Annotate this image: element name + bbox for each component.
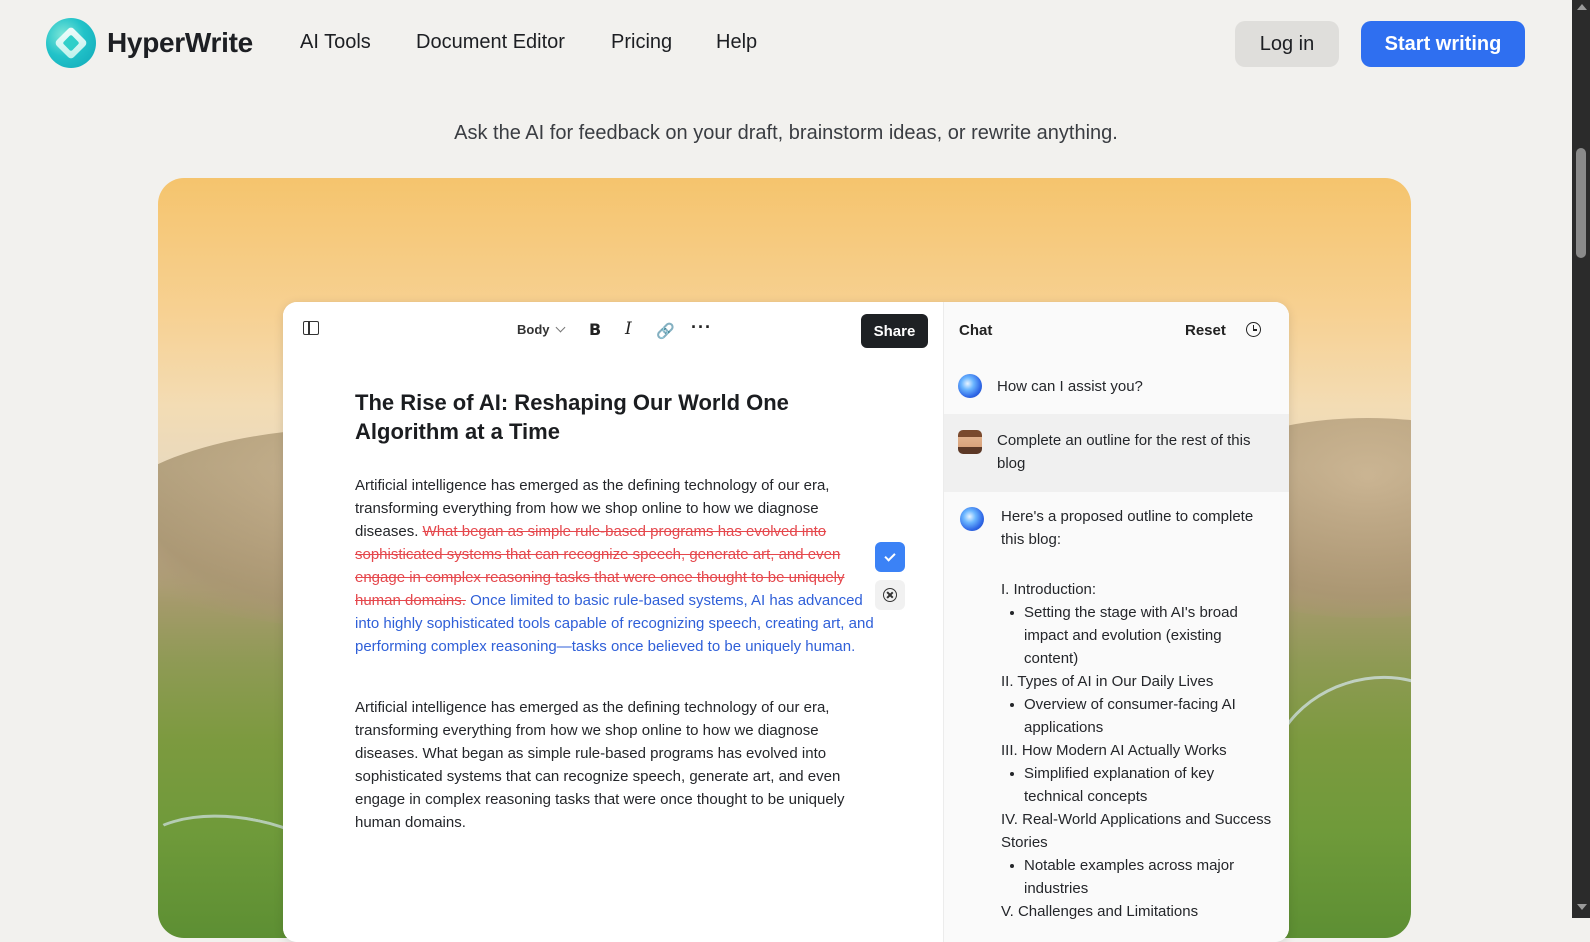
brand-name[interactable]: HyperWrite — [107, 27, 253, 59]
scroll-up-icon[interactable] — [1577, 4, 1587, 10]
outline-bullet: Setting the stage with AI's broad impact… — [1001, 601, 1276, 670]
history-clock-icon[interactable] — [1246, 322, 1261, 337]
chat-message-ai: How can I assist you? — [944, 358, 1289, 414]
user-avatar — [958, 430, 982, 454]
nav-document-editor[interactable]: Document Editor — [416, 31, 565, 54]
top-nav: HyperWrite AI Tools Document Editor Pric… — [0, 0, 1572, 88]
close-circle-icon — [883, 588, 897, 602]
document-editor: Body B I 🔗 ··· Share The Rise of AI: Res… — [283, 302, 943, 942]
chat-message-ai: Here's a proposed outline to complete th… — [944, 492, 1289, 942]
login-button[interactable]: Log in — [1235, 21, 1339, 67]
link-icon[interactable]: 🔗 — [656, 322, 675, 340]
start-writing-button[interactable]: Start writing — [1361, 21, 1525, 67]
text-style-dropdown[interactable]: Body — [517, 322, 550, 337]
paragraph-with-suggestion[interactable]: Artificial intelligence has emerged as t… — [355, 474, 875, 658]
accept-suggestion-button[interactable] — [875, 542, 905, 572]
italic-icon[interactable]: I — [625, 319, 632, 339]
nav-ai-tools[interactable]: AI Tools — [300, 31, 371, 54]
outline-bullet: Overview of consumer-facing AI applicati… — [1001, 693, 1276, 739]
outline-bullet: Simplified explanation of key technical … — [1001, 762, 1276, 808]
chat-reset-button[interactable]: Reset — [1185, 322, 1226, 339]
more-options-icon[interactable]: ··· — [691, 317, 712, 338]
outline-section: IV. Real-World Applications and Success … — [1001, 811, 1272, 851]
editor-demo-card: Body B I 🔗 ··· Share The Rise of AI: Res… — [283, 302, 1289, 942]
outline-list: I. Introduction: Setting the stage with … — [1001, 578, 1276, 923]
chat-message-text: How can I assist you? — [997, 378, 1143, 395]
ai-avatar — [958, 374, 982, 398]
hero-subtitle: Ask the AI for feedback on your draft, b… — [454, 122, 1118, 144]
outline-section: I. Introduction: — [1001, 581, 1097, 598]
paragraph[interactable]: Artificial intelligence has emerged as t… — [355, 696, 875, 834]
outline-section: III. How Modern AI Actually Works — [1001, 742, 1227, 759]
scroll-thumb[interactable] — [1576, 148, 1586, 258]
document-title[interactable]: The Rise of AI: Reshaping Our World One … — [355, 388, 835, 446]
share-button[interactable]: Share — [861, 314, 928, 348]
ai-avatar — [960, 507, 984, 531]
outline-section: II. Types of AI in Our Daily Lives — [1001, 673, 1214, 690]
outline-bullet: Notable examples across major industries — [1001, 854, 1276, 900]
hyperwrite-logo-icon[interactable] — [46, 18, 96, 68]
chevron-down-icon[interactable] — [555, 322, 566, 333]
nav-pricing[interactable]: Pricing — [611, 31, 672, 54]
reject-suggestion-button[interactable] — [875, 580, 905, 610]
chat-title: Chat — [959, 322, 993, 339]
page-scrollbar[interactable] — [1572, 0, 1590, 918]
sidebar-toggle-icon[interactable] — [303, 321, 319, 335]
scroll-down-icon[interactable] — [1577, 904, 1587, 910]
bold-icon[interactable]: B — [589, 320, 601, 339]
chat-message-text: Complete an outline for the rest of this… — [997, 432, 1251, 472]
nav-help[interactable]: Help — [716, 31, 757, 54]
outline-section: V. Challenges and Limitations — [1001, 903, 1199, 920]
chat-message-text: Here's a proposed outline to complete th… — [1001, 508, 1254, 548]
chat-message-user: Complete an outline for the rest of this… — [944, 414, 1289, 492]
chat-panel: Chat Reset How can I assist you? Complet… — [943, 302, 1289, 942]
